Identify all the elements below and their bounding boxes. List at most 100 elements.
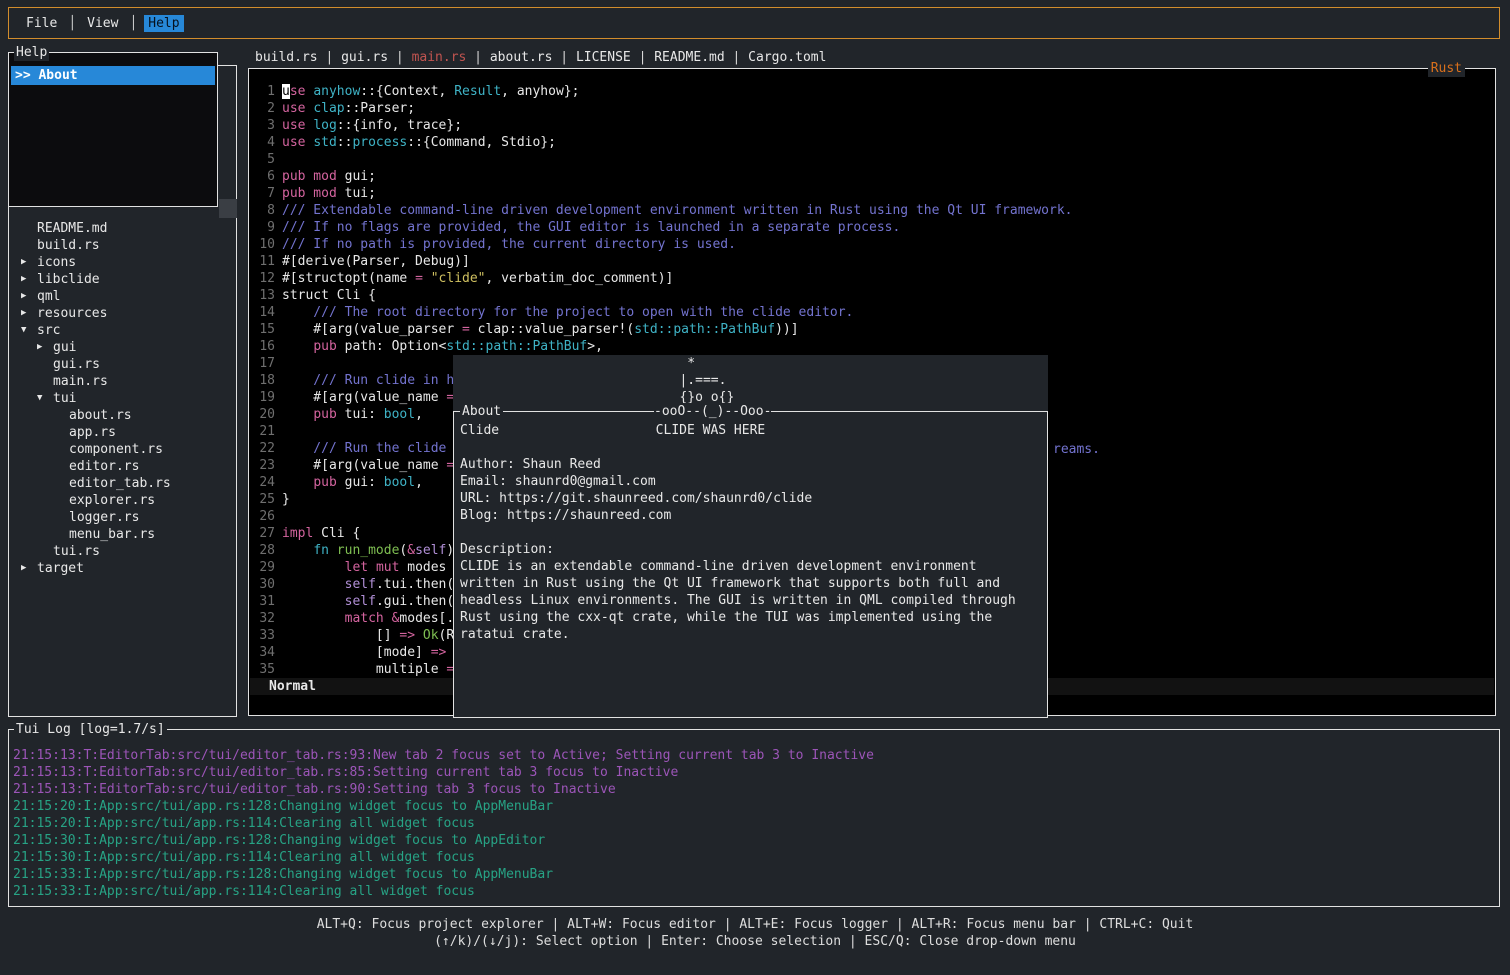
code-line[interactable]: 12#[structopt(name = "clide", verbatim_d…	[253, 270, 1495, 287]
about-popup: * |.===. {}o o{} About -ooO--(_)--Ooo- C…	[453, 355, 1048, 718]
tree-item-tui-rs[interactable]: tui.rs	[9, 543, 236, 560]
tree-item-icons[interactable]: ▶icons	[9, 254, 236, 271]
tree-item-tui[interactable]: ▼tui	[9, 390, 236, 407]
tab-build-rs[interactable]: build.rs	[255, 50, 318, 65]
chevron-collapsed-icon[interactable]: ▶	[21, 288, 37, 305]
log-entries: 21:15:13:T:EditorTab:src/tui/editor_tab.…	[13, 747, 1499, 900]
tree-item-label: logger.rs	[69, 509, 139, 526]
code-line[interactable]: 3 use log::{info, trace};	[253, 117, 1495, 134]
code-line[interactable]: 14 /// The root directory for the projec…	[253, 304, 1495, 321]
tab-main-rs[interactable]: main.rs	[412, 50, 467, 65]
tree-item-src[interactable]: ▼src	[9, 322, 236, 339]
line-number: 18	[253, 372, 275, 389]
tree-item-editor-tab-rs[interactable]: editor_tab.rs	[9, 475, 236, 492]
code-line-text: [] => Ok(R	[282, 627, 454, 644]
chevron-collapsed-icon[interactable]: ▶	[21, 254, 37, 271]
shortcut-bar: ALT+Q: Focus project explorer | ALT+W: F…	[0, 916, 1510, 950]
line-number: 11	[253, 253, 275, 270]
code-line[interactable]: 7 pub mod tui;	[253, 185, 1495, 202]
chevron-collapsed-icon[interactable]: ▶	[21, 271, 37, 288]
explorer-scrollbar-thumb[interactable]	[219, 199, 237, 218]
code-line[interactable]: 4use std::process::{Command, Stdio};	[253, 134, 1495, 151]
line-number: 7	[253, 185, 275, 202]
tree-item-label: README.md	[37, 220, 107, 237]
code-line[interactable]: 13struct Cli {	[253, 287, 1495, 304]
code-line[interactable]: 15 #[arg(value_parser = clap::value_pars…	[253, 321, 1495, 338]
tree-item-component-rs[interactable]: component.rs	[9, 441, 236, 458]
tree-item-label: about.rs	[69, 407, 132, 424]
tree-item-label: explorer.rs	[69, 492, 155, 509]
code-line-text: pub mod tui;	[282, 185, 376, 202]
line-number: 3	[253, 117, 275, 134]
chevron-collapsed-icon[interactable]: ▶	[21, 560, 37, 577]
tree-item-menu-bar-rs[interactable]: menu_bar.rs	[9, 526, 236, 543]
help-item-about[interactable]: >> About	[11, 66, 215, 85]
tab-about-rs[interactable]: about.rs	[490, 50, 553, 65]
code-line-text: use log::{info, trace};	[282, 117, 462, 134]
log-entry: 21:15:33:I:App:src/tui/app.rs:128:Changi…	[13, 866, 1499, 883]
tree-item-gui-rs[interactable]: gui.rs	[9, 356, 236, 373]
line-number: 5	[253, 151, 275, 168]
chevron-expanded-icon[interactable]: ▼	[37, 390, 53, 407]
line-number: 12	[253, 270, 275, 287]
line-number: 16	[253, 338, 275, 355]
tree-item-logger-rs[interactable]: logger.rs	[9, 509, 236, 526]
tab-separator: |	[725, 50, 748, 65]
tree-item-gui[interactable]: ▶gui	[9, 339, 236, 356]
code-line[interactable]: 2use clap::Parser;	[253, 100, 1495, 117]
line-number: 32	[253, 610, 275, 627]
tree-item-label: icons	[37, 254, 76, 271]
about-popup-content: Clide CLIDE WAS HERE Author: Shaun Reed …	[454, 412, 1047, 643]
shortcut-line-1: ALT+Q: Focus project explorer | ALT+W: F…	[0, 916, 1510, 933]
log-entry: 21:15:33:I:App:src/tui/app.rs:114:Cleari…	[13, 883, 1499, 900]
code-line[interactable]: 6pub mod gui;	[253, 168, 1495, 185]
owl-ascii-border: -ooO--(_)--Ooo-	[654, 403, 771, 420]
tree-item-main-rs[interactable]: main.rs	[9, 373, 236, 390]
chevron-collapsed-icon[interactable]: ▶	[21, 305, 37, 322]
code-line[interactable]: 1use anyhow::{Context, Result, anyhow};	[253, 83, 1495, 100]
tab-license[interactable]: LICENSE	[576, 50, 631, 65]
tree-item-resources[interactable]: ▶resources	[9, 305, 236, 322]
tree-item-editor-rs[interactable]: editor.rs	[9, 458, 236, 475]
line-number: 19	[253, 389, 275, 406]
tree-item-build-rs[interactable]: build.rs	[9, 237, 236, 254]
line-number: 31	[253, 593, 275, 610]
tree-item-target[interactable]: ▶target	[9, 560, 236, 577]
line-number: 26	[253, 508, 275, 525]
tree-item-label: src	[37, 322, 60, 339]
chevron-collapsed-icon[interactable]: ▶	[37, 339, 53, 356]
tree-item-app-rs[interactable]: app.rs	[9, 424, 236, 441]
code-line[interactable]: 10/// If no path is provided, the curren…	[253, 236, 1495, 253]
code-line[interactable]: 11#[derive(Parser, Debug)]	[253, 253, 1495, 270]
tree-item-label: qml	[37, 288, 60, 305]
log-entry: 21:15:20:I:App:src/tui/app.rs:128:Changi…	[13, 798, 1499, 815]
code-line-text: impl Cli {	[282, 525, 360, 542]
tree-item-readme-md[interactable]: README.md	[9, 220, 236, 237]
menu-item-help[interactable]: Help	[144, 15, 183, 32]
tree-item-label: libclide	[37, 271, 100, 288]
tree-item-label: menu_bar.rs	[69, 526, 155, 543]
code-line-text: self.gui.then(	[282, 593, 454, 610]
tab-cargo-toml[interactable]: Cargo.toml	[748, 50, 826, 65]
code-line[interactable]: 9/// If no flags are provided, the GUI e…	[253, 219, 1495, 236]
code-line-text: let mut modes	[282, 559, 446, 576]
code-line[interactable]: 16 pub path: Option<std::path::PathBuf>,	[253, 338, 1495, 355]
line-number: 13	[253, 287, 275, 304]
tree-item-explorer-rs[interactable]: explorer.rs	[9, 492, 236, 509]
code-line[interactable]: 8/// Extendable command-line driven deve…	[253, 202, 1495, 219]
code-line-text: match &modes[.	[282, 610, 454, 627]
code-line-text: /// Extendable command-line driven devel…	[282, 202, 1073, 219]
tab-separator: |	[552, 50, 575, 65]
menu-item-view[interactable]: View	[83, 15, 122, 32]
log-panel-title: Tui Log [log=1.7/s]	[14, 721, 167, 738]
tab-readme-md[interactable]: README.md	[654, 50, 724, 65]
code-line[interactable]: 5	[253, 151, 1495, 168]
chevron-expanded-icon[interactable]: ▼	[21, 322, 37, 339]
tab-gui-rs[interactable]: gui.rs	[341, 50, 388, 65]
tree-item-libclide[interactable]: ▶libclide	[9, 271, 236, 288]
log-panel[interactable]: Tui Log [log=1.7/s] 21:15:13:T:EditorTab…	[8, 729, 1500, 907]
tree-item-about-rs[interactable]: about.rs	[9, 407, 236, 424]
menu-item-file[interactable]: File	[22, 15, 61, 32]
tree-item-label: editor_tab.rs	[69, 475, 171, 492]
tree-item-qml[interactable]: ▶qml	[9, 288, 236, 305]
